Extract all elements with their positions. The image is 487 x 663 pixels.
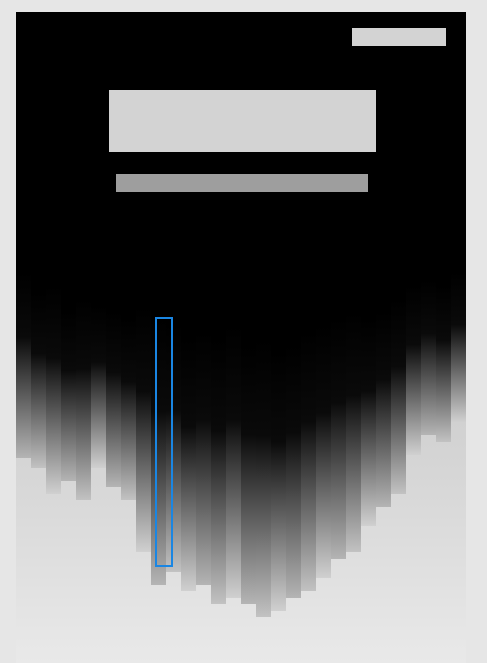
gradient-bar xyxy=(406,285,421,455)
top-right-button[interactable] xyxy=(352,28,446,46)
gradient-bar xyxy=(316,324,331,579)
gradient-bar xyxy=(121,317,136,501)
selection-highlight[interactable] xyxy=(155,317,173,567)
gradient-bar xyxy=(421,278,436,436)
subtitle-block xyxy=(116,174,368,192)
gradient-bar xyxy=(226,324,241,598)
gradient-bar xyxy=(16,272,31,458)
gradient-bar xyxy=(106,311,121,488)
gradient-bar xyxy=(391,298,406,494)
gradient-bar xyxy=(136,304,151,553)
gradient-bar xyxy=(211,337,226,605)
gradient-bar xyxy=(76,298,91,501)
gradient-bar xyxy=(271,350,286,611)
gradient-bar xyxy=(436,285,451,442)
title-block xyxy=(109,90,376,152)
gradient-bar xyxy=(61,311,76,481)
gradient-bar xyxy=(241,344,256,605)
gradient-bar xyxy=(196,330,211,585)
gradient-bar xyxy=(301,330,316,592)
gradient-bar xyxy=(181,337,196,592)
gradient-bar xyxy=(451,272,466,423)
gradient-bar xyxy=(256,337,271,618)
gradient-bar xyxy=(46,285,61,494)
gradient-bar xyxy=(361,317,376,527)
gradient-bar xyxy=(91,304,106,468)
gradient-bar xyxy=(31,291,46,468)
gradient-bar xyxy=(331,317,346,559)
image-canvas xyxy=(16,12,466,663)
gradient-bar xyxy=(346,311,361,553)
gradient-bar xyxy=(376,311,391,507)
gradient-bar xyxy=(286,344,301,598)
